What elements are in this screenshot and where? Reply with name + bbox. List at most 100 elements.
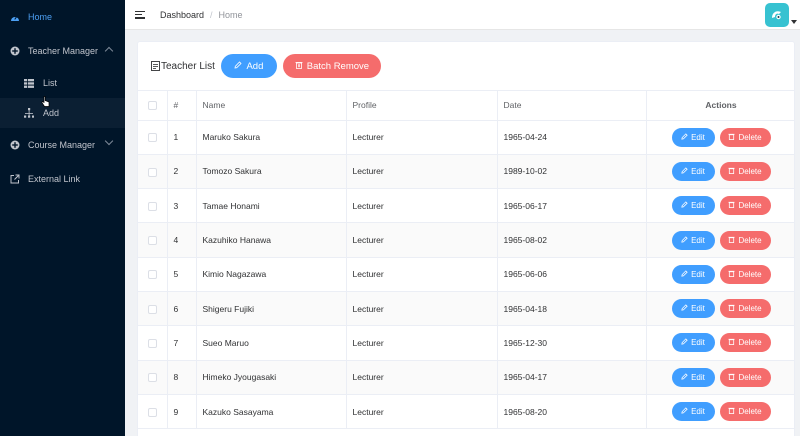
header-index: # — [167, 91, 197, 121]
edit-button[interactable]: Edit — [671, 127, 715, 147]
delete-button[interactable]: Delete — [719, 402, 771, 422]
cell-date: 1965-04-18 — [497, 291, 647, 327]
delete-button[interactable]: Delete — [719, 299, 771, 319]
row-checkbox[interactable] — [147, 373, 157, 383]
cell-date: 1965-08-20 — [497, 394, 647, 430]
document-icon — [150, 61, 160, 71]
card-header: Teacher List Add Batch Remove — [138, 42, 794, 91]
avatar[interactable] — [765, 3, 789, 27]
batch-remove-button[interactable]: Batch Remove — [282, 54, 381, 78]
row-checkbox[interactable] — [147, 339, 157, 349]
add-button[interactable]: Add — [220, 54, 277, 78]
cell-index: 9 — [167, 394, 197, 430]
plus-circle-icon — [10, 46, 20, 56]
edit-icon — [681, 167, 688, 176]
row-select-cell — [138, 325, 168, 361]
edit-button[interactable]: Edit — [671, 196, 715, 216]
delete-button[interactable]: Delete — [719, 230, 771, 250]
edit-button[interactable]: Edit — [671, 264, 715, 284]
sidebar-item-course-manager[interactable]: Course Manager — [0, 128, 125, 162]
breadcrumb-dashboard[interactable]: Dashboard — [160, 10, 204, 20]
cell-index: 5 — [167, 257, 197, 292]
delete-button[interactable]: Delete — [719, 196, 771, 216]
edit-button-label: Edit — [691, 166, 705, 176]
cell-name: Shigeru Fujiki — [196, 291, 347, 327]
external-link-icon — [10, 174, 20, 184]
row-select-cell — [138, 222, 168, 258]
edit-icon — [681, 373, 688, 382]
menu-icon[interactable] — [135, 10, 145, 19]
caret-down-icon[interactable] — [791, 20, 797, 24]
cell-profile: Lecturer — [346, 325, 498, 361]
cell-index: 4 — [167, 222, 197, 258]
cell-index: 2 — [167, 154, 197, 190]
cell-profile: Lecturer — [346, 188, 498, 224]
cell-date: 1965-06-17 — [497, 188, 647, 224]
card-title-text: Teacher List — [161, 60, 215, 72]
sidebar-item-external-link[interactable]: External Link — [0, 162, 125, 196]
cell-profile: Lecturer — [346, 120, 498, 155]
sidebar-item-home-label: Home — [28, 12, 53, 22]
trash-icon — [728, 167, 735, 176]
row-checkbox[interactable] — [147, 167, 157, 177]
row-checkbox[interactable] — [147, 236, 157, 246]
delete-button[interactable]: Delete — [719, 127, 771, 147]
delete-button-label: Delete — [738, 338, 762, 348]
sidebar-item-teacher-manager-label: Teacher Manager — [28, 46, 99, 56]
edit-button-label: Edit — [691, 372, 705, 382]
sidebar-item-teacher-manager[interactable]: Teacher Manager — [0, 34, 125, 68]
table-row: 1 Maruko Sakura Lecturer 1965-04-24 Edit Dele… — [138, 120, 794, 155]
dashboard-icon — [10, 12, 20, 22]
row-select-cell — [138, 154, 168, 190]
trash-icon — [295, 61, 303, 72]
row-checkbox[interactable] — [147, 407, 157, 417]
edit-button[interactable]: Edit — [671, 333, 715, 353]
mouse-pointer-icon — [41, 96, 50, 109]
select-all-cell — [138, 91, 168, 121]
cell-name: Maruko Sakura — [196, 120, 347, 155]
delete-button-label: Delete — [738, 269, 762, 279]
sidebar-item-list[interactable]: List — [0, 68, 125, 98]
main-area: Dashboard / Home Teacher List Add Batch … — [125, 0, 800, 436]
edit-button[interactable]: Edit — [671, 161, 715, 181]
delete-button[interactable]: Delete — [719, 333, 771, 353]
batch-remove-button-label: Batch Remove — [306, 60, 370, 72]
cell-date: 1965-04-17 — [497, 360, 647, 395]
edit-button[interactable]: Edit — [671, 299, 715, 319]
sidebar-item-add[interactable]: Add — [0, 98, 125, 128]
plus-circle-icon — [10, 140, 20, 150]
table-header-row: # Name Profile Date Actions — [138, 91, 794, 121]
edit-button[interactable]: Edit — [671, 402, 715, 422]
cell-actions: Edit Delete — [646, 325, 794, 361]
row-checkbox[interactable] — [147, 270, 157, 280]
row-select-cell — [138, 360, 168, 395]
row-select-cell — [138, 291, 168, 327]
cell-index: 1 — [167, 120, 197, 155]
cell-actions: Edit Delete — [646, 394, 794, 430]
delete-button[interactable]: Delete — [719, 161, 771, 181]
edit-button[interactable]: Edit — [671, 367, 715, 387]
row-checkbox[interactable] — [147, 201, 157, 211]
cell-profile: Lecturer — [346, 291, 498, 327]
delete-button-label: Delete — [738, 166, 762, 176]
cell-actions: Edit Delete — [646, 188, 794, 224]
delete-button[interactable]: Delete — [719, 367, 771, 387]
delete-button-label: Delete — [738, 132, 762, 142]
delete-button[interactable]: Delete — [719, 264, 771, 284]
trash-icon — [728, 133, 735, 142]
cell-date: 1965-04-24 — [497, 120, 647, 155]
row-checkbox[interactable] — [147, 133, 157, 143]
select-all-checkbox[interactable] — [147, 101, 157, 111]
cell-profile: Lecturer — [346, 394, 498, 430]
tree-icon — [24, 108, 34, 118]
cell-profile: Lecturer — [346, 154, 498, 190]
sidebar-item-home[interactable]: Home — [0, 0, 125, 34]
cell-name: Kazuko Sasayama — [196, 394, 347, 430]
breadcrumb-home: Home — [218, 9, 243, 20]
cell-date: 1989-10-02 — [497, 154, 647, 190]
cell-name: Tamae Honami — [196, 188, 347, 224]
cell-actions: Edit Delete — [646, 120, 794, 155]
edit-button[interactable]: Edit — [671, 230, 715, 250]
sidebar-item-add-label: Add — [43, 108, 60, 118]
row-checkbox[interactable] — [147, 304, 157, 314]
